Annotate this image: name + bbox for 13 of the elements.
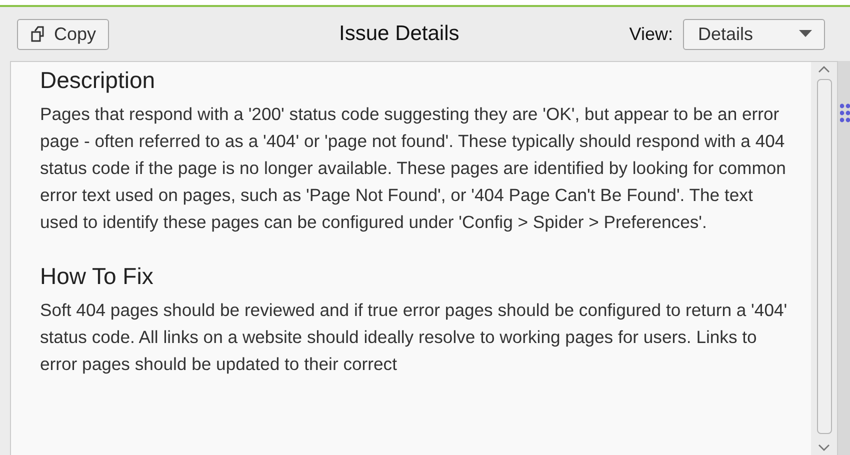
view-label: View: (629, 24, 673, 44)
section-heading: Description (40, 66, 156, 95)
scroll-up-icon[interactable] (818, 66, 830, 73)
copy-button[interactable]: Copy (17, 18, 110, 50)
view-select[interactable]: Details (683, 18, 825, 50)
section-text: Soft 404 pages should be reviewed and if true error pages should be configured to return a '404' status code. All links on a website should ideally resolve to working pages for users. Links to error pages should be updated to their correct (40, 299, 788, 376)
section-text: Pages that respond with a '200' status code suggesting they are 'OK', but appear to be an error page - often referred to as a '404' or 'page not found'. These typically should respond with a 404 status code if the page is no longer available. These pages are identified by looking for common error text used on pages, such as 'Page Not Found', or '404 Page Can't Be Found'. The text used to identify these pages can be configured under 'Config > Spider > Preferences'. (40, 103, 787, 234)
panel-title: Issue Details (338, 22, 460, 46)
caret-icon (799, 30, 812, 38)
scroll-down-icon[interactable] (818, 444, 830, 451)
scrollbar-thumb[interactable] (816, 79, 832, 434)
section-heading: How To Fix (40, 262, 154, 291)
drag-handle-icon[interactable] (840, 103, 850, 123)
